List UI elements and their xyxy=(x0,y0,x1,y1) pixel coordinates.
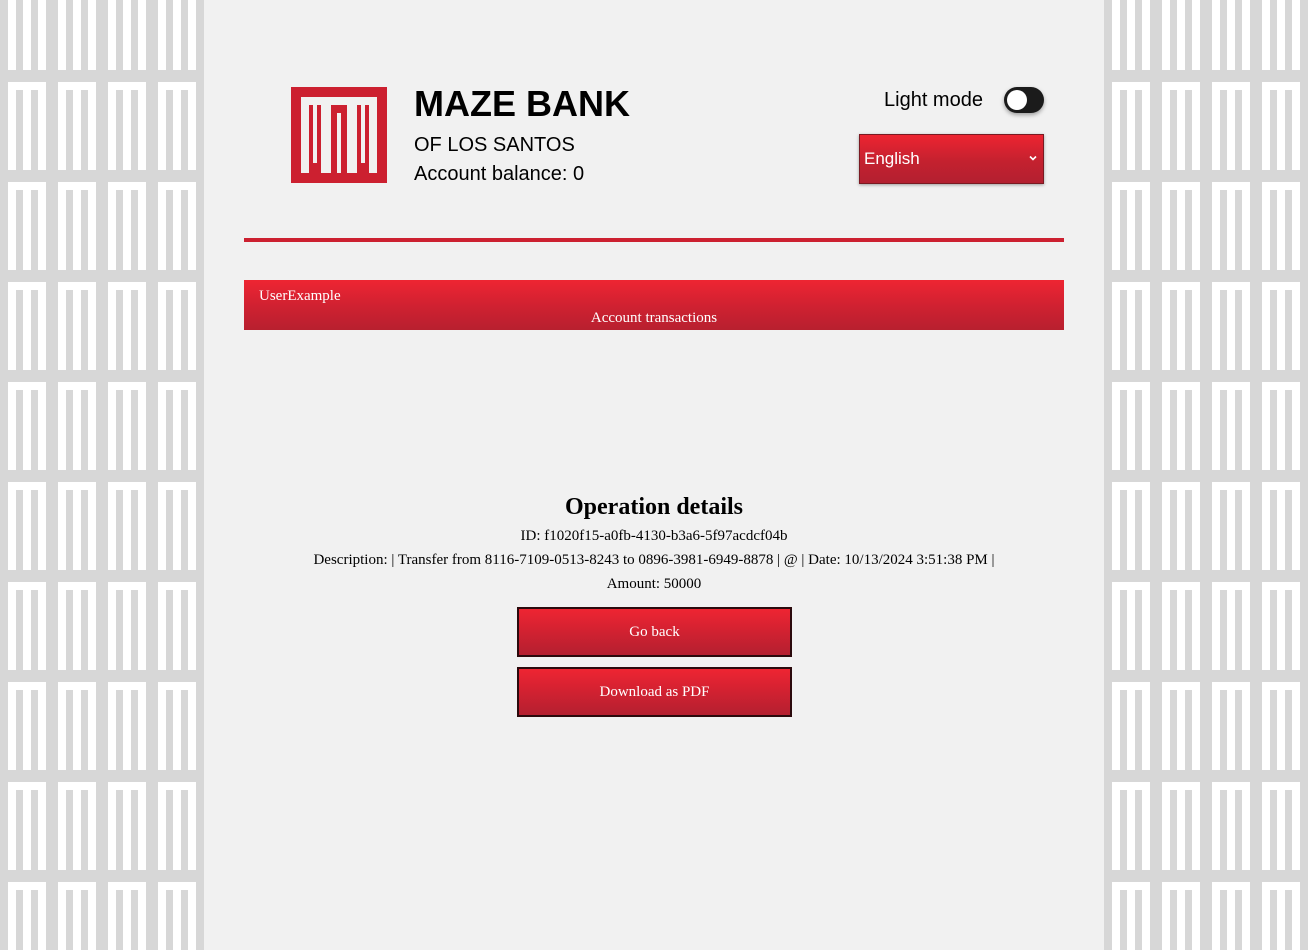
right-pattern-panel xyxy=(1104,0,1308,950)
download-pdf-button[interactable]: Download as PDF xyxy=(517,667,792,717)
operation-details: Operation details ID: f1020f15-a0fb-4130… xyxy=(204,490,1104,596)
nav-link-account-transactions[interactable]: Account transactions xyxy=(244,309,1064,327)
operation-details-heading: Operation details xyxy=(565,494,743,520)
go-back-button[interactable]: Go back xyxy=(517,607,792,657)
maze-pattern-decoration xyxy=(1104,0,1308,950)
operation-description: Description: | Transfer from 8116-7109-0… xyxy=(313,552,995,568)
bank-name: MAZE BANK xyxy=(414,83,630,124)
toggle-knob xyxy=(1007,90,1027,110)
operation-amount: Amount: 50000 xyxy=(606,576,702,592)
maze-pattern-decoration xyxy=(0,0,204,950)
theme-mode-label: Light mode xyxy=(884,89,983,111)
theme-toggle[interactable] xyxy=(1004,87,1044,113)
maze-bank-logo-icon xyxy=(291,87,387,183)
main-content: MAZE BANK OF LOS SANTOS Account balance:… xyxy=(204,0,1104,950)
bank-subtitle: OF LOS SANTOS xyxy=(414,134,575,156)
language-select-value: English xyxy=(864,149,920,168)
operation-id: ID: f1020f15-a0fb-4130-b3a6-5f97acdcf04b xyxy=(520,528,788,544)
chevron-down-icon xyxy=(1029,155,1037,161)
nav-bar: UserExample Account transactions xyxy=(244,280,1064,330)
nav-username[interactable]: UserExample xyxy=(259,287,341,305)
account-balance: Account balance: 0 xyxy=(414,163,585,185)
header-divider xyxy=(244,238,1064,242)
language-select[interactable]: English xyxy=(859,134,1044,184)
left-pattern-panel xyxy=(0,0,204,950)
